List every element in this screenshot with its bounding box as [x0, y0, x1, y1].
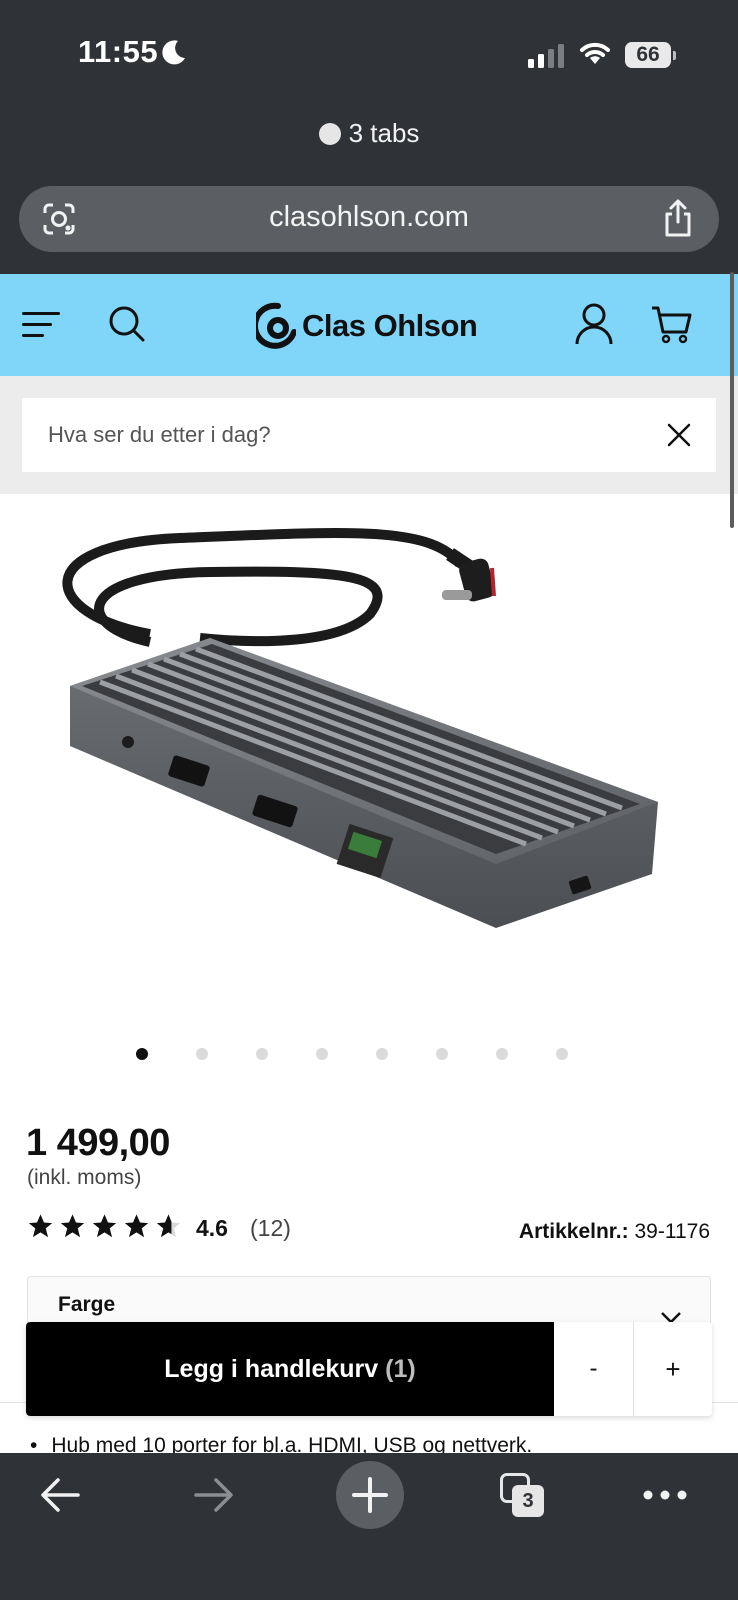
- search-icon[interactable]: [108, 304, 146, 344]
- star-icon: [60, 1214, 85, 1238]
- cart-icon[interactable]: [650, 304, 692, 344]
- search-area: [0, 376, 738, 494]
- back-arrow-icon[interactable]: [38, 1475, 82, 1515]
- search-input[interactable]: [48, 414, 628, 456]
- star-icon: [28, 1214, 53, 1238]
- more-icon[interactable]: [642, 1489, 688, 1501]
- vat-note: (inkl. moms): [27, 1166, 142, 1189]
- tab-group-dot-icon: [318, 123, 341, 145]
- clas-ohlson-logo-icon: [256, 302, 296, 349]
- increase-quantity-button[interactable]: +: [634, 1322, 712, 1416]
- gallery-dot[interactable]: [316, 1048, 328, 1060]
- new-tab-button[interactable]: [336, 1461, 404, 1529]
- gallery-dot[interactable]: [496, 1048, 508, 1060]
- brand-name: Clas Ohlson: [302, 308, 478, 343]
- tab-switcher-button[interactable]: 3: [498, 1471, 546, 1521]
- menu-icon[interactable]: [22, 310, 60, 340]
- close-icon[interactable]: [666, 422, 692, 448]
- gallery-dot[interactable]: [556, 1048, 568, 1060]
- article-number-value: 39-1176: [634, 1220, 710, 1243]
- gallery-dot[interactable]: [256, 1048, 268, 1060]
- star-icon: [92, 1214, 117, 1238]
- add-to-cart-button[interactable]: Legg i handlekurv (1): [26, 1322, 554, 1416]
- browser-toolbar: 3: [0, 1453, 738, 1600]
- site-logo[interactable]: Clas Ohlson: [256, 300, 478, 352]
- account-icon[interactable]: [574, 302, 614, 346]
- review-count[interactable]: (12): [250, 1215, 291, 1242]
- color-label: Farge: [58, 1293, 116, 1316]
- tabs-label: 3 tabs: [348, 118, 420, 148]
- gallery-dot[interactable]: [436, 1048, 448, 1060]
- cart-quantity: (1): [385, 1355, 416, 1383]
- plus-icon: [352, 1477, 388, 1513]
- gallery-dot[interactable]: [136, 1048, 148, 1060]
- url-text: clasohlson.com: [269, 201, 469, 233]
- moon-icon: [162, 40, 185, 65]
- clock: 11:55: [78, 34, 159, 69]
- tab-count: 3: [512, 1485, 544, 1517]
- gallery-dot[interactable]: [196, 1048, 208, 1060]
- gallery-pagination[interactable]: [0, 1048, 738, 1062]
- cellular-signal-icon: [528, 42, 564, 68]
- browser-address-area: clasohlson.com: [0, 172, 738, 274]
- share-icon[interactable]: [661, 198, 695, 238]
- gallery-dot[interactable]: [376, 1048, 388, 1060]
- star-icon: [124, 1214, 149, 1238]
- address-bar[interactable]: clasohlson.com: [19, 186, 719, 252]
- product-price: 1 499,00: [26, 1122, 170, 1164]
- article-number: Artikkelnr.: 39-1176: [519, 1220, 710, 1244]
- product-image: [62, 528, 658, 928]
- article-number-label: Artikkelnr.:: [518, 1220, 629, 1243]
- forward-arrow-icon[interactable]: [192, 1475, 236, 1515]
- wifi-icon: [580, 42, 610, 64]
- tab-group-indicator[interactable]: 3 tabs: [0, 108, 738, 180]
- battery-icon: 66: [625, 42, 676, 68]
- rating-stars[interactable]: [26, 1212, 183, 1240]
- site-header: Clas Ohlson: [0, 274, 738, 376]
- add-to-cart-label: Legg i handlekurv: [164, 1355, 379, 1383]
- status-bar: 11:55 66: [0, 0, 738, 108]
- product-image-gallery[interactable]: [0, 494, 738, 1040]
- search-box: [22, 398, 716, 472]
- rating-value: 4.6: [196, 1215, 228, 1241]
- decrease-quantity-button[interactable]: -: [554, 1322, 634, 1416]
- page-scroll-indicator[interactable]: [730, 272, 734, 528]
- half-star-icon: [156, 1214, 181, 1238]
- add-to-cart-bar: Legg i handlekurv (1) - +: [26, 1322, 712, 1416]
